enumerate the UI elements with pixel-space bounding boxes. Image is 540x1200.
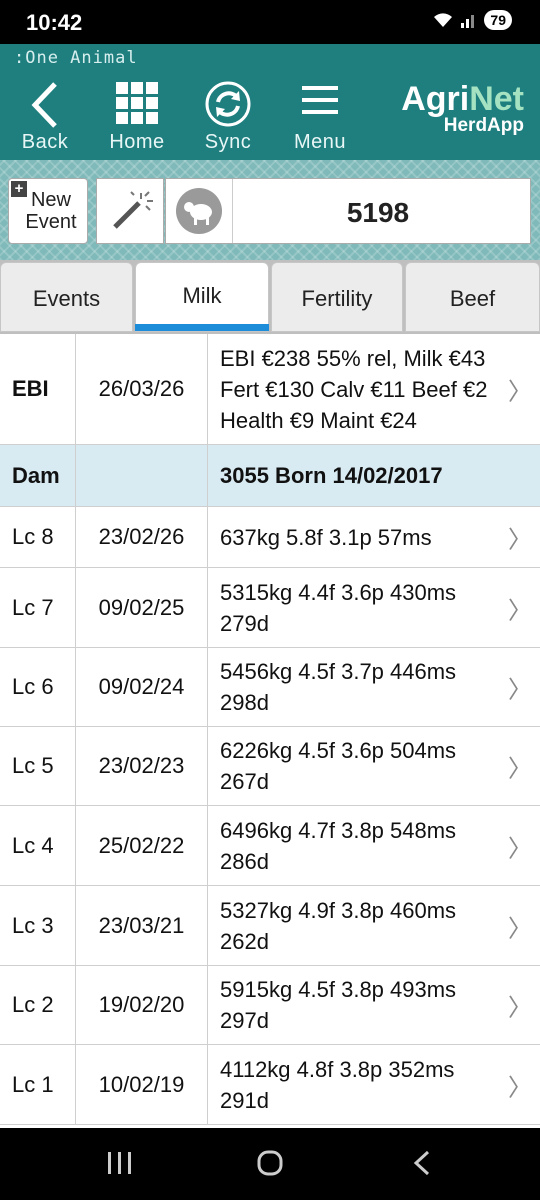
back-nav-icon[interactable] [402,1148,442,1178]
brand-agri: Agri [401,80,470,118]
table-row[interactable]: Lc 8 23/02/26 637kg 5.8f 3.1p 57ms 〉 [0,507,540,568]
table-row-ebi[interactable]: EBI 26/03/26 EBI €238 55% rel, Milk €43 … [0,334,540,445]
milk-records-table: EBI 26/03/26 EBI €238 55% rel, Milk €43 … [0,334,540,1128]
tab-events[interactable]: Events [0,262,133,332]
row-detail: 6496kg 4.7f 3.8p 548ms 286d [220,817,457,874]
magic-wand-button[interactable] [96,178,164,244]
row-detail: 5315kg 4.4f 3.6p 430ms 279d [220,579,457,636]
home-nav-icon[interactable] [250,1148,290,1178]
row-date: 26/03/26 [76,334,208,444]
chevron-right-icon: 〉 [508,378,532,406]
row-date: 25/02/22 [76,806,208,885]
row-detail: 6226kg 4.5f 3.6p 504ms 267d [220,738,457,794]
hamburger-menu-icon [302,86,338,114]
chevron-right-icon: 〉 [508,755,532,783]
tab-bar: Events Milk Fertility Beef [0,260,540,334]
chevron-right-icon: 〉 [508,597,532,624]
row-date: 19/02/20 [76,966,208,1044]
app-header: :One Animal Back Home Sync Menu AgriNet … [0,44,540,160]
row-label: Lc 1 [0,1045,76,1124]
chevron-right-icon: 〉 [508,835,532,862]
table-row[interactable]: Lc 6 09/02/24 5456kg 4.5f 3.7p 446ms 298… [0,648,540,727]
chevron-right-icon: 〉 [508,994,532,1022]
row-detail: 5327kg 4.9f 3.8p 460ms 262d [220,897,457,954]
tab-fertility[interactable]: Fertility [271,262,403,332]
wifi-icon [434,13,453,27]
table-row-dam: Dam 3055 Born 14/02/2017 [0,445,540,507]
status-time: 10:42 [26,10,83,35]
brand-net: Net [469,80,524,118]
row-date: 23/02/23 [76,727,208,805]
agrinet-logo: AgriNet HerdApp [401,82,524,136]
signal-icon [461,15,475,28]
row-detail: 3055 Born 14/02/2017 [220,463,443,488]
new-event-button[interactable]: + New Event [8,178,88,244]
active-tab-indicator [135,324,269,331]
row-detail: 4112kg 4.8f 3.8p 352ms 291d [220,1056,455,1113]
row-date: 10/02/19 [76,1045,208,1124]
menu-label: Menu [293,131,347,153]
row-detail: 5456kg 4.5f 3.7p 446ms 298d [220,659,457,715]
tab-milk[interactable]: Milk [135,262,269,332]
row-label: Lc 7 [0,568,76,647]
grid-icon [116,82,158,124]
table-row[interactable]: Lc 2 19/02/20 5915kg 4.5f 3.8p 493ms 297… [0,966,540,1045]
new-event-label: New Event [25,189,77,233]
chevron-right-icon: 〉 [508,676,532,704]
status-bar: 10:42 79 [0,0,540,44]
back-label: Back [21,131,69,153]
chevron-right-icon: 〉 [508,526,532,554]
animal-number: 5198 [346,197,410,228]
menu-button[interactable]: Menu [275,76,365,158]
row-detail: EBI €238 55% rel, Milk €43 Fert €130 Cal… [220,345,488,433]
back-button[interactable]: Back [0,76,90,158]
row-date: 09/02/24 [76,648,208,726]
row-label: Lc 3 [0,886,76,965]
row-date: 23/03/21 [76,886,208,965]
sync-button[interactable]: Sync [183,76,273,158]
sync-icon [205,81,251,127]
row-label: Lc 2 [0,966,76,1044]
row-detail: 5915kg 4.5f 3.8p 493ms 297d [220,977,457,1033]
table-row[interactable]: Lc 4 25/02/22 6496kg 4.7f 3.8p 548ms 286… [0,806,540,886]
row-detail: 637kg 5.8f 3.1p 57ms [220,524,432,550]
cow-icon [176,188,222,234]
row-label: Dam [0,445,76,506]
row-label: Lc 6 [0,648,76,726]
home-label: Home [109,131,165,153]
back-arrow-icon [31,82,57,128]
row-label: Lc 4 [0,806,76,885]
status-icons: 79 [432,10,512,30]
animal-selector[interactable]: 5198 [165,178,531,244]
magic-wand-icon [113,191,153,229]
row-date: 23/02/26 [76,507,208,567]
row-label: Lc 5 [0,727,76,805]
system-navigation-bar [0,1128,540,1200]
sync-label: Sync [204,131,252,153]
row-label: EBI [0,334,76,444]
battery-indicator: 79 [484,10,512,30]
table-row[interactable]: Lc 5 23/02/23 6226kg 4.5f 3.6p 504ms 267… [0,727,540,806]
row-date: 09/02/25 [76,568,208,647]
table-row[interactable]: Lc 3 23/03/21 5327kg 4.9f 3.8p 460ms 262… [0,886,540,966]
chevron-right-icon: 〉 [508,915,532,942]
brand-subtitle: HerdApp [443,115,524,136]
chevron-right-icon: 〉 [508,1074,532,1101]
home-button[interactable]: Home [92,76,182,158]
recent-apps-icon[interactable] [100,1148,140,1178]
table-row[interactable]: Lc 1 10/02/19 4112kg 4.8f 3.8p 352ms 291… [0,1045,540,1125]
table-row[interactable]: Lc 7 09/02/25 5315kg 4.4f 3.6p 430ms 279… [0,568,540,648]
row-date [76,445,208,506]
tab-beef[interactable]: Beef [405,262,540,332]
screen-breadcrumb: :One Animal [14,48,138,68]
row-label: Lc 8 [0,507,76,567]
